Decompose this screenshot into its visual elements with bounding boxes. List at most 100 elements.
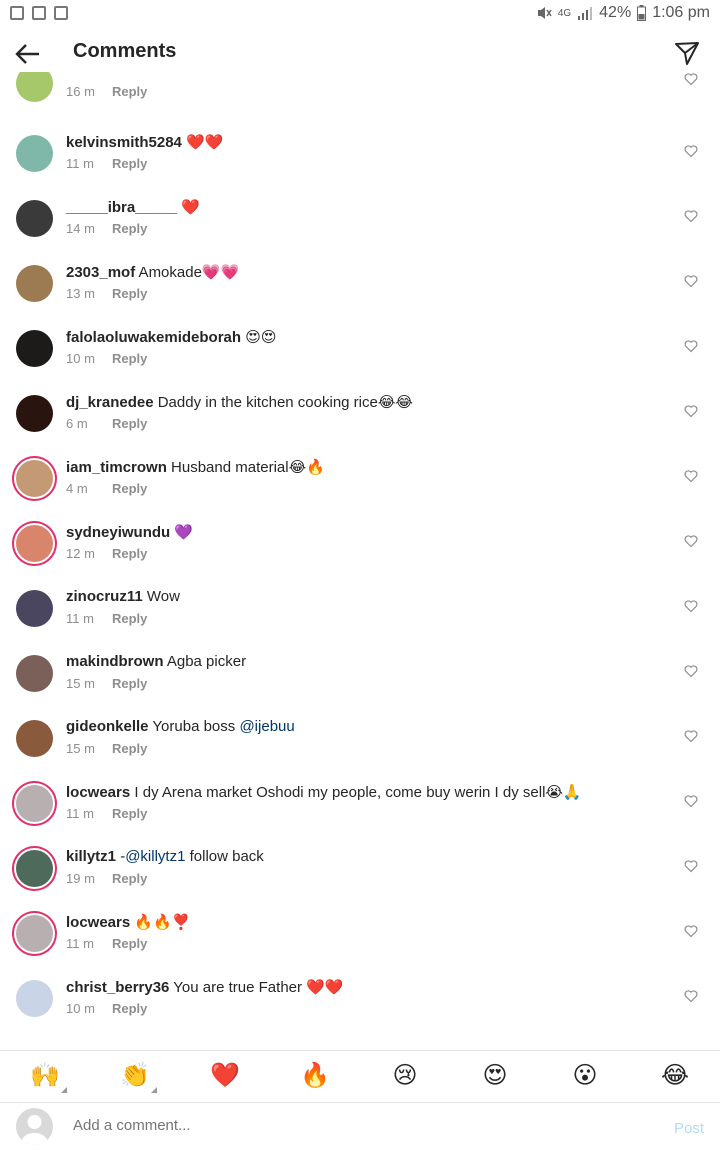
heart-icon[interactable] [684, 72, 698, 86]
comment-username[interactable]: zinocruz11 [66, 588, 143, 605]
avatar[interactable] [16, 265, 53, 302]
heart-icon[interactable] [684, 404, 698, 418]
comment-text: zinocruz11 Wow [66, 588, 180, 605]
back-arrow-icon[interactable] [14, 40, 42, 68]
comment-username[interactable]: locwears [66, 784, 130, 801]
reply-button[interactable]: Reply [112, 741, 147, 756]
heart-icon[interactable] [684, 989, 698, 1003]
reply-button[interactable]: Reply [112, 351, 147, 366]
reply-button[interactable]: Reply [112, 416, 147, 431]
comment-meta: 15 m Reply [66, 741, 147, 756]
avatar[interactable] [16, 915, 53, 952]
heart-eyes-emoji-button[interactable]: 😍 [477, 1061, 513, 1091]
battery-icon [637, 5, 647, 21]
reply-button[interactable]: Reply [112, 676, 147, 691]
comment-username[interactable]: dj_kranedee [66, 394, 154, 411]
avatar[interactable] [16, 72, 53, 102]
reply-button[interactable]: Reply [112, 84, 147, 99]
comment-text: killytz1 -@killytz1 follow back [66, 848, 264, 865]
comment-meta: 14 m Reply [66, 221, 147, 236]
default-avatar-icon [21, 1115, 48, 1145]
comment-username[interactable]: falolaoluwakemideborah [66, 329, 241, 346]
avatar[interactable] [16, 785, 53, 822]
comment-time: 11 m [66, 806, 94, 821]
comment-username[interactable]: makindbrown [66, 653, 164, 670]
clapping-emoji-button[interactable]: 👏 [117, 1061, 157, 1093]
post-button[interactable]: Post [674, 1120, 704, 1137]
comment-meta: 11 m Reply [66, 806, 147, 821]
comment-username[interactable]: sydneyiwundu [66, 524, 170, 541]
comments-list[interactable]: 16 m Reply kelvinsmith5284 ❤️❤️ 11 m Reply… [0, 72, 720, 1050]
comment-username[interactable]: iam_timcrown [66, 459, 167, 476]
heart-icon[interactable] [684, 664, 698, 678]
avatar[interactable] [16, 655, 53, 692]
comment-time: 6 m [66, 416, 88, 431]
mention-link[interactable]: @killytz1 [125, 848, 185, 865]
reply-button[interactable]: Reply [112, 286, 147, 301]
reply-button[interactable]: Reply [112, 481, 147, 496]
comment-username[interactable]: locwears [66, 914, 130, 931]
reply-button[interactable]: Reply [112, 546, 147, 561]
comment-body: 😍😍 [241, 329, 277, 346]
user-avatar[interactable] [16, 1108, 53, 1145]
reply-button[interactable]: Reply [112, 806, 147, 821]
heart-icon[interactable] [684, 599, 698, 613]
laughing-emoji-button[interactable]: 😂 [657, 1061, 693, 1091]
heart-icon[interactable] [684, 534, 698, 548]
avatar[interactable] [16, 850, 53, 887]
heart-icon[interactable] [684, 729, 698, 743]
heart-icon[interactable] [684, 144, 698, 158]
mention-link[interactable]: @ijebuu [239, 718, 294, 735]
comment-row: iam_timcrown Husband material😂🔥 4 m Reply [0, 455, 720, 520]
reply-button[interactable]: Reply [112, 611, 147, 626]
heart-icon[interactable] [684, 924, 698, 938]
heart-emoji-button[interactable]: ❤️ [207, 1061, 243, 1091]
avatar[interactable] [16, 200, 53, 237]
comment-username[interactable]: gideonkelle [66, 718, 149, 735]
heart-icon[interactable] [684, 859, 698, 873]
heart-icon[interactable] [684, 209, 698, 223]
comment-username[interactable]: _____ibra_____ [66, 199, 177, 216]
reply-button[interactable]: Reply [112, 936, 147, 951]
comment-body: Daddy in the kitchen cooking rice😂😂 [153, 394, 413, 411]
reply-button[interactable]: Reply [112, 871, 147, 886]
paper-plane-icon[interactable] [674, 40, 700, 66]
fire-emoji-button[interactable]: 🔥 [297, 1061, 333, 1091]
reply-button[interactable]: Reply [112, 221, 147, 236]
heart-icon[interactable] [684, 274, 698, 288]
comment-username[interactable]: 2303_mof [66, 264, 135, 281]
reply-button[interactable]: Reply [112, 156, 147, 171]
gallery-notification-icon [10, 6, 24, 20]
raising-hands-emoji-button[interactable]: 🙌 [27, 1061, 67, 1093]
avatar[interactable] [16, 135, 53, 172]
comment-text: christ_berry36 You are true Father ❤️❤️ [66, 978, 344, 996]
comment-text: makindbrown Agba picker [66, 653, 246, 670]
comment-text: iam_timcrown Husband material😂🔥 [66, 458, 325, 476]
comment-body: Wow [142, 588, 180, 605]
comment-username[interactable]: killytz1 [66, 848, 116, 865]
comment-input[interactable] [73, 1117, 633, 1134]
avatar[interactable] [16, 590, 53, 627]
heart-icon[interactable] [684, 469, 698, 483]
avatar[interactable] [16, 460, 53, 497]
avatar[interactable] [16, 525, 53, 562]
mute-icon [537, 7, 552, 19]
avatar[interactable] [16, 395, 53, 432]
comment-time: 12 m [66, 546, 95, 561]
crying-emoji-button[interactable]: 😢 [387, 1061, 423, 1091]
avatar[interactable] [16, 720, 53, 757]
comment-row: falolaoluwakemideborah 😍😍 10 m Reply [0, 325, 720, 390]
comment-meta: 11 m Reply [66, 156, 147, 171]
heart-icon[interactable] [684, 794, 698, 808]
reply-button[interactable]: Reply [112, 1001, 147, 1016]
comment-meta: 10 m Reply [66, 351, 147, 366]
surprised-emoji-button[interactable]: 😮 [567, 1061, 603, 1091]
heart-icon[interactable] [684, 339, 698, 353]
avatar[interactable] [16, 330, 53, 367]
comment-row: 2303_mof Amokade💗💗 13 m Reply [0, 260, 720, 325]
alert-notification-icon [54, 6, 68, 20]
avatar[interactable] [16, 980, 53, 1017]
comment-row: christ_berry36 You are true Father ❤️❤️ … [0, 975, 720, 1040]
comment-username[interactable]: kelvinsmith5284 [66, 134, 182, 151]
comment-username[interactable]: christ_berry36 [66, 979, 169, 996]
